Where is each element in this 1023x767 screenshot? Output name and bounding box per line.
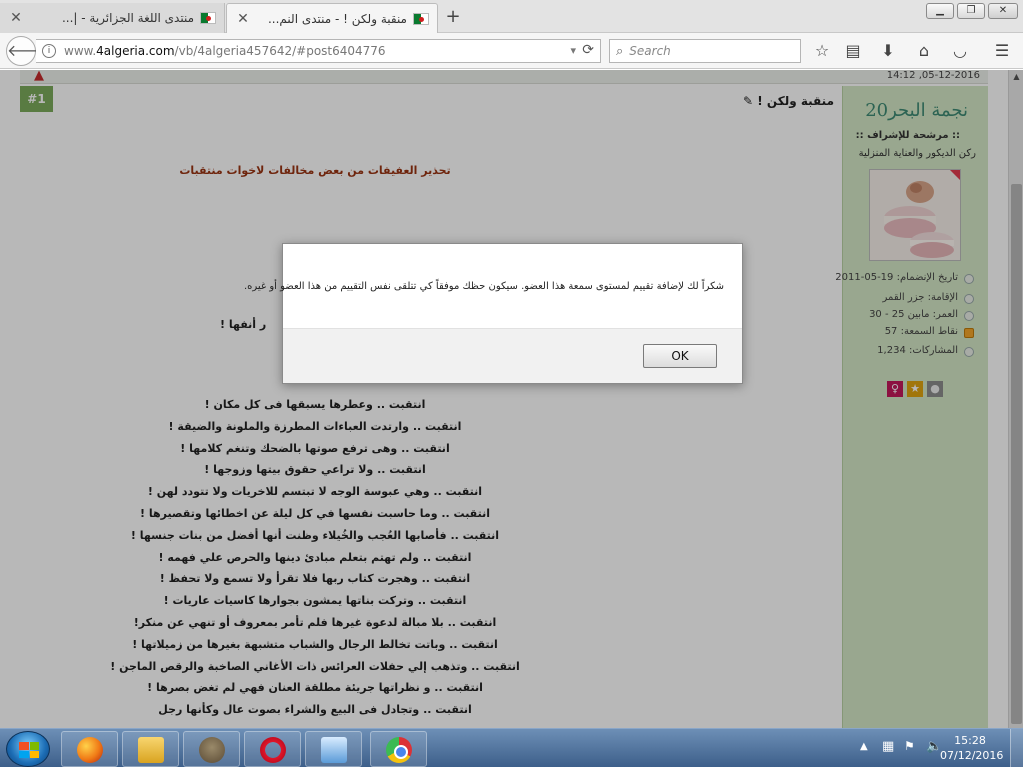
taskbar-chrome[interactable] [370,731,427,767]
action-center-flag-icon[interactable]: ⚑ [904,739,920,755]
firefox-icon [77,737,103,763]
windows-taskbar: ▲ ▦ ⚑ 🔈 15:28 07/12/2016 [0,728,1023,767]
url-text: www.4algeria.com/vb/4algeria457642/#post… [64,44,386,58]
reading-list-icon[interactable]: ▤ [843,41,863,61]
algeria-flag-icon [413,12,429,25]
taskbar-opera[interactable] [244,731,301,767]
window-maximize-button[interactable]: ❐ [957,3,985,19]
tab-algerian-language-forum[interactable]: منتدى اللغة الجزائرية - |... ✕ [0,3,225,33]
menu-icon[interactable]: ☰ [992,41,1012,61]
window-minimize-button[interactable]: ▁ [926,3,954,19]
new-tab-button[interactable]: + [443,7,463,27]
taskbar-firefox[interactable] [61,731,118,767]
window-close-button[interactable]: ✕ [988,3,1018,19]
tab-munaqqaba-post[interactable]: منقبة ولكن ! - منتدى النم... ✕ [226,3,438,33]
start-button[interactable] [6,731,50,767]
opera-icon [260,737,286,763]
clock-time[interactable]: 15:28 [940,734,1000,747]
url-dropdown-icon[interactable]: ▾ [570,44,576,57]
reload-icon[interactable]: ⟳ [582,42,594,58]
reputation-dialog: شكراً لك لإضافة تقييم لمستوى سمعة هذا ال… [243,243,743,384]
network-icon[interactable]: ▦ [882,739,898,755]
taskbar-file-explorer[interactable] [122,731,179,767]
windows-logo-icon [19,742,39,758]
search-placeholder: Search [629,44,671,58]
clock-date[interactable]: 07/12/2016 [940,749,1003,762]
tab-close-icon[interactable]: ✕ [235,11,251,27]
tab-close-icon[interactable]: ✕ [8,10,24,26]
search-icon: ⌕ [616,43,624,59]
tray-expand-icon[interactable]: ▲ [860,741,868,752]
browser-nav-bar: 🡐 i www.4algeria.com/vb/4algeria457642/#… [0,33,1023,69]
taskbar-gimp[interactable] [183,731,240,767]
dialog-message: شكراً لك لإضافة تقييم لمستوى سمعة هذا ال… [243,281,724,292]
pocket-icon[interactable]: ◡ [950,41,970,61]
url-bar[interactable]: i www.4algeria.com/vb/4algeria457642/#po… [36,39,601,63]
folder-icon [138,737,164,763]
search-input[interactable]: ⌕ Search [609,39,801,63]
gimp-icon [199,737,225,763]
show-desktop-button[interactable] [1010,729,1023,767]
info-icon[interactable]: i [42,44,56,58]
tab-title: منتدى اللغة الجزائرية - |... [61,11,194,25]
taskbar-remote-desktop[interactable] [305,731,362,767]
back-button[interactable]: 🡐 [6,36,50,66]
ok-button[interactable]: OK [643,344,717,368]
home-icon[interactable]: ⌂ [914,41,934,61]
remote-desktop-icon [321,737,347,763]
chrome-icon [386,737,412,763]
browser-title-bar: منتدى اللغة الجزائرية - |... ✕ منقبة ولك… [0,0,1023,33]
dialog-footer: OK [283,328,742,383]
tab-title: منقبة ولكن ! - منتدى النم... [267,11,407,26]
download-icon[interactable]: ⬇ [878,41,898,61]
bookmark-star-icon[interactable]: ☆ [812,41,832,61]
modal-overlay [0,70,1023,728]
algeria-flag-icon [200,12,216,24]
